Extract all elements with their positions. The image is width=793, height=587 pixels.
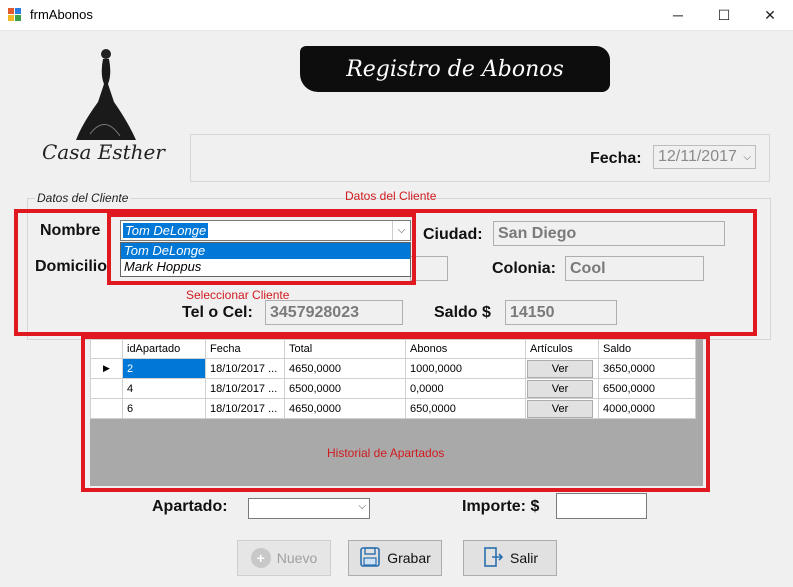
nombre-combobox[interactable]: Tom DeLonge ⌵ <box>120 220 411 241</box>
tel-field[interactable]: 3457928023 <box>265 300 403 325</box>
apartado-label: Apartado: <box>152 498 228 515</box>
colonia-field[interactable]: Cool <box>565 256 704 281</box>
brand-name: Casa Esther <box>42 140 165 164</box>
window-title: frmAbonos <box>30 7 93 22</box>
minimize-icon: ─ <box>673 7 683 23</box>
nuevo-label: Nuevo <box>276 550 318 566</box>
annotation-datos-cliente: Datos del Cliente <box>345 189 437 203</box>
annotation-box-historial <box>81 335 710 492</box>
cliente-group-label: Datos del Cliente <box>35 191 131 205</box>
minimize-button[interactable]: ─ <box>655 0 701 30</box>
fecha-label: Fecha: <box>590 150 642 167</box>
grabar-label: Grabar <box>387 550 431 566</box>
tel-label: Tel o Cel: <box>182 304 253 321</box>
salir-button[interactable]: Salir <box>463 540 557 576</box>
importe-label: Importe: $ <box>462 498 540 515</box>
maximize-icon: ☐ <box>717 6 731 23</box>
chevron-down-icon: ⌵ <box>743 151 751 163</box>
salir-label: Salir <box>509 550 538 566</box>
banner-title: Registro de Abonos <box>346 56 564 82</box>
ciudad-label: Ciudad: <box>423 226 483 243</box>
colonia-label: Colonia: <box>492 260 556 277</box>
annotation-seleccionar-cliente: Seleccionar Cliente <box>186 288 290 302</box>
saldo-field[interactable]: 14150 <box>505 300 617 325</box>
ciudad-field[interactable]: San Diego <box>493 221 725 246</box>
nombre-selected: Tom DeLonge <box>123 223 209 238</box>
fecha-value: 12/11/2017 <box>658 148 737 165</box>
exit-door-icon <box>482 546 504 571</box>
banner: Registro de Abonos <box>300 46 610 92</box>
chevron-down-icon[interactable]: ⌵ <box>358 501 366 512</box>
close-icon: ✕ <box>764 6 776 23</box>
nuevo-button[interactable]: + Nuevo <box>237 540 331 576</box>
app-icon <box>8 8 22 22</box>
dropdown-option[interactable]: Mark Hoppus <box>121 259 410 275</box>
fecha-picker[interactable]: 12/11/2017 ⌵ <box>653 145 756 169</box>
chevron-down-icon[interactable]: ⌵ <box>392 221 410 240</box>
domicilio-label: Domicilio <box>35 258 108 275</box>
annotation-historial: Historial de Apartados <box>327 446 445 460</box>
apartado-combobox[interactable]: ⌵ <box>248 498 370 519</box>
dropdown-option[interactable]: Tom DeLonge <box>121 243 410 259</box>
save-icon <box>359 546 381 571</box>
add-icon: + <box>250 548 271 568</box>
importe-input[interactable] <box>556 493 647 519</box>
grabar-button[interactable]: Grabar <box>348 540 442 576</box>
dress-logo-icon <box>70 44 140 144</box>
nombre-label: Nombre <box>40 222 101 239</box>
saldo-label: Saldo $ <box>434 304 491 321</box>
nombre-dropdown-list: Tom DeLonge Mark Hoppus <box>120 242 411 277</box>
close-button[interactable]: ✕ <box>747 0 793 30</box>
title-bar: frmAbonos ─ ☐ ✕ <box>0 0 793 31</box>
maximize-button[interactable]: ☐ <box>701 0 747 30</box>
